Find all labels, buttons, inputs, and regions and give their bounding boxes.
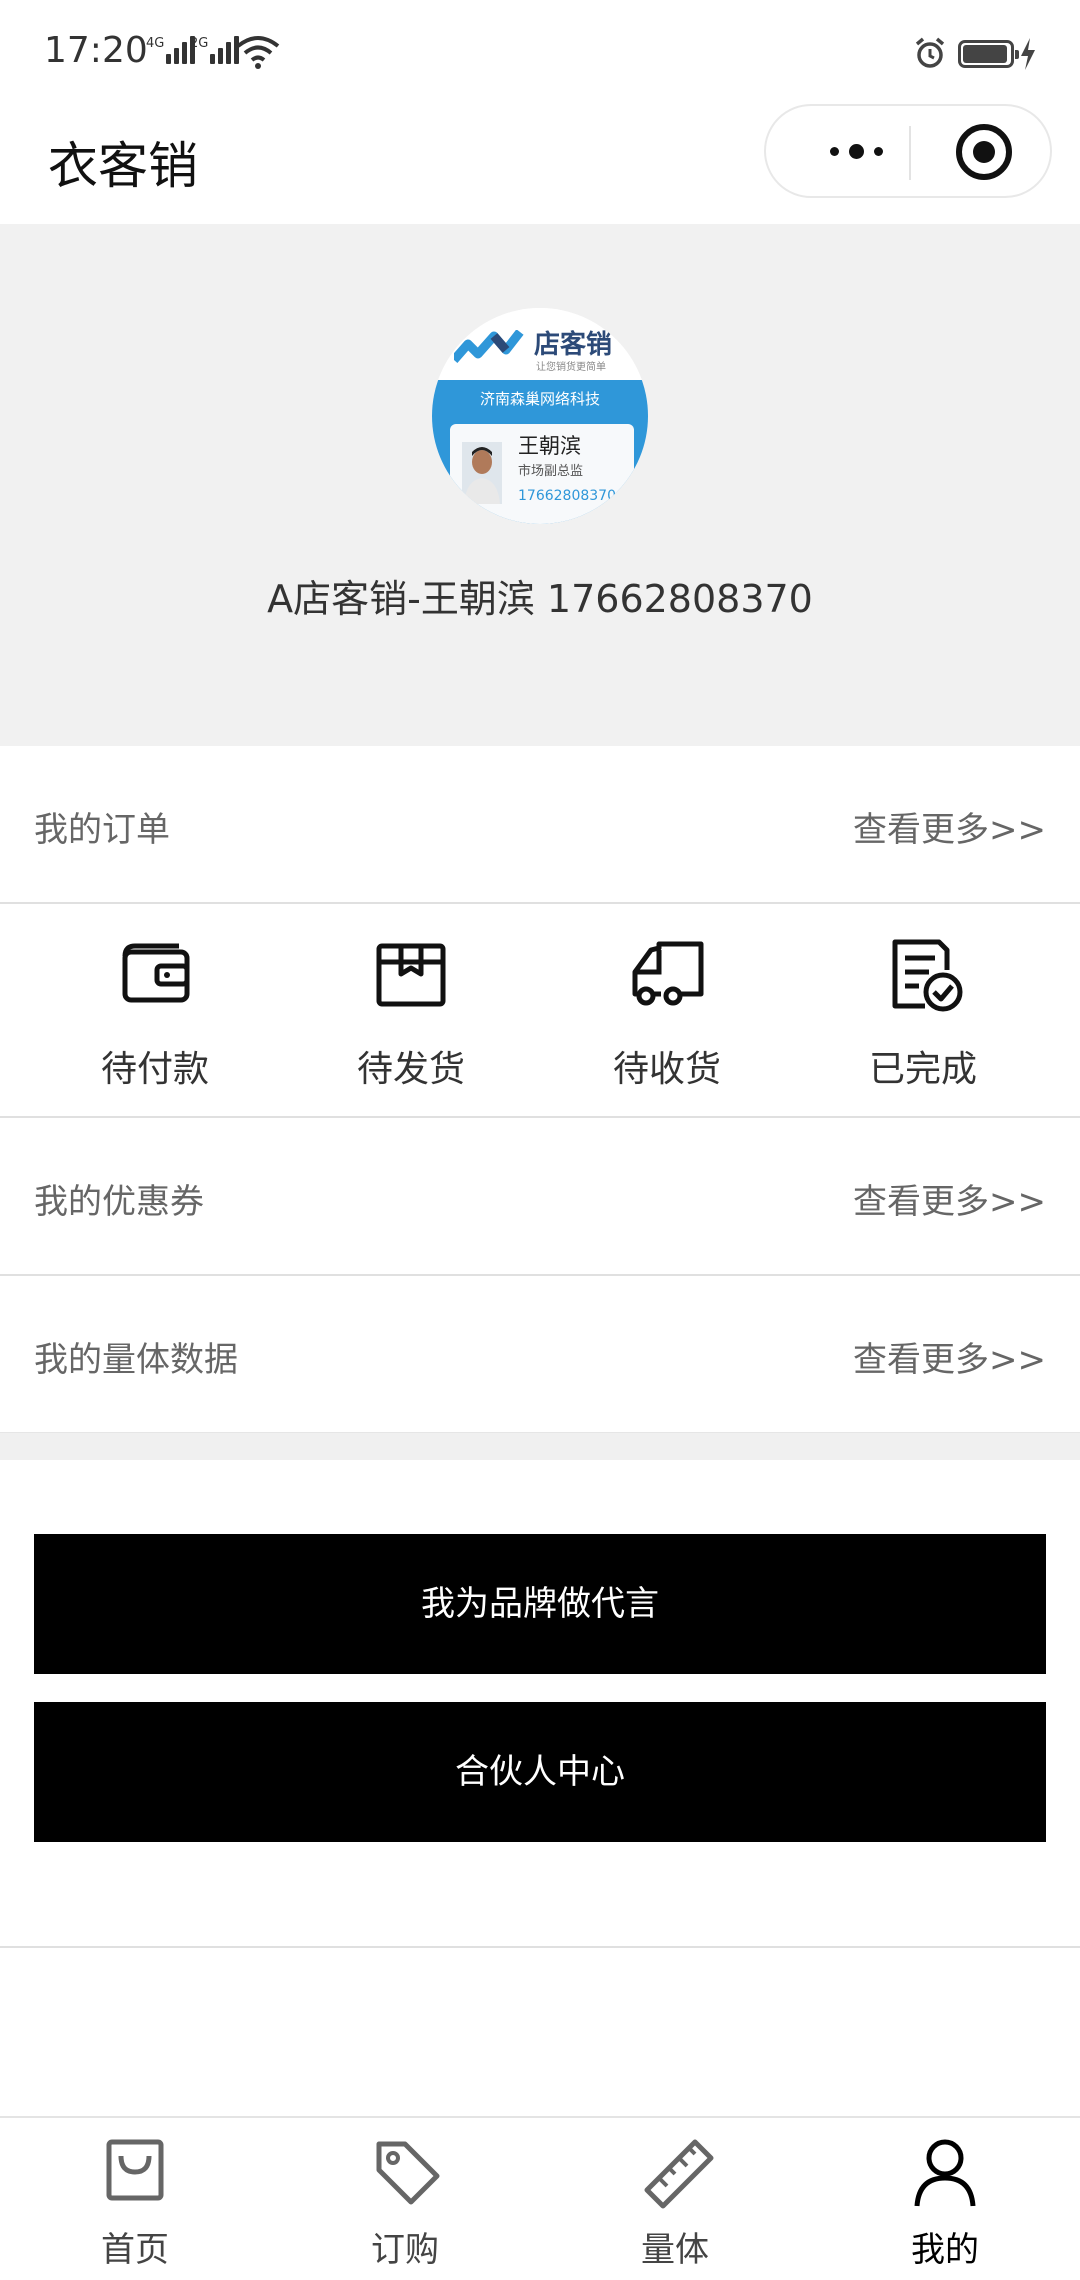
page-title: 衣客销: [48, 137, 198, 195]
my-orders-row[interactable]: 我的订单 查看更多>>: [0, 746, 1080, 904]
bottom-tab-bar: 首页 订购 量体 我的: [0, 2116, 1080, 2280]
avatar-slogan: 让您销货更简单: [536, 362, 606, 373]
tab-home[interactable]: 首页: [0, 2118, 270, 2280]
order-status-label: 待收货: [612, 1049, 721, 1090]
partner-center-button[interactable]: 合伙人中心: [34, 1702, 1046, 1842]
my-coupons-row[interactable]: 我的优惠券 查看更多>>: [0, 1118, 1080, 1276]
dot-icon: [848, 143, 864, 159]
wifi-icon: [236, 36, 280, 69]
tab-measure[interactable]: 量体: [540, 2118, 810, 2280]
order-status-pending-shipment[interactable]: 待发货: [276, 904, 546, 1116]
package-icon: [376, 943, 446, 1007]
signal-2g-icon: 2G: [190, 36, 242, 64]
order-status-completed[interactable]: 已完成: [788, 904, 1058, 1116]
tab-label: 我的: [911, 2230, 979, 2270]
avatar-card-inner: 王朝滨 市场副总监 17662808370: [450, 424, 634, 524]
wallet-icon: [122, 943, 190, 1003]
section-gap: [0, 1432, 1080, 1460]
avatar[interactable]: 店客销 让您销货更简单 济南森巢网络科技 王朝滨 市场副总监 176628083…: [432, 308, 648, 524]
status-time: 17:20: [44, 30, 148, 71]
tab-mine[interactable]: 我的: [810, 2118, 1080, 2280]
order-status-label: 待付款: [100, 1049, 209, 1090]
my-measurements-label: 我的量体数据: [34, 1340, 238, 1380]
avatar-company: 济南森巢网络科技: [432, 380, 648, 418]
avatar-phone: 17662808370: [518, 488, 616, 504]
battery-icon: [958, 40, 1019, 68]
more-options-button[interactable]: [806, 106, 906, 196]
coupons-view-more-link[interactable]: 查看更多>>: [853, 1174, 1046, 1223]
tab-label: 订购: [371, 2230, 439, 2270]
my-orders-label: 我的订单: [34, 810, 170, 850]
order-status-label: 已完成: [868, 1049, 977, 1090]
tab-label: 首页: [101, 2230, 169, 2270]
avatar-brand-area: 店客销 让您销货更简单: [432, 308, 648, 380]
profile-header: 店客销 让您销货更简单 济南森巢网络科技 王朝滨 市场副总监 176628083…: [0, 224, 1080, 746]
person-photo-icon: [462, 442, 502, 504]
tab-label: 量体: [641, 2230, 709, 2270]
nav-bar: 衣客销: [0, 100, 1080, 224]
charging-bolt-icon: [1021, 38, 1035, 70]
my-coupons-label: 我的优惠券: [34, 1182, 204, 1222]
status-bar: 17:20 4G 2G: [0, 0, 1080, 100]
truck-icon: [632, 941, 704, 1006]
ruler-icon: [644, 2139, 714, 2209]
completed-document-icon: [892, 939, 963, 1012]
profile-display-name: A店客销-王朝滨 17662808370: [267, 577, 813, 621]
orders-view-more-link[interactable]: 查看更多>>: [853, 802, 1046, 851]
avatar-role: 市场副总监: [518, 464, 584, 479]
avatar-brand-text: 店客销: [534, 330, 613, 360]
shopping-bag-icon: [106, 2139, 164, 2201]
order-status-pending-payment[interactable]: 待付款: [20, 904, 290, 1116]
capsule-divider: [909, 126, 911, 180]
dot-icon: [829, 146, 839, 156]
brand-ambassador-button[interactable]: 我为品牌做代言: [34, 1534, 1046, 1674]
network-type-label: 4G: [146, 36, 165, 51]
alarm-icon: [915, 37, 945, 68]
divider: [0, 1946, 1080, 1948]
measurements-view-more-link[interactable]: 查看更多>>: [853, 1332, 1046, 1381]
tab-order[interactable]: 订购: [270, 2118, 540, 2280]
brand-logo-icon: [454, 330, 524, 363]
close-miniprogram-button[interactable]: [956, 124, 1012, 180]
order-status-label: 待发货: [356, 1049, 465, 1090]
my-measurements-row[interactable]: 我的量体数据 查看更多>>: [0, 1276, 1080, 1434]
person-icon: [914, 2139, 976, 2207]
dot-icon: [873, 146, 883, 156]
order-status-bar: 待付款 待发货 待收货 已完成: [0, 904, 1080, 1116]
avatar-card: 王朝滨 市场副总监 17662808370: [432, 418, 648, 524]
tag-icon: [376, 2141, 440, 2205]
network-type-label-2: 2G: [190, 36, 209, 51]
miniprogram-capsule: [764, 104, 1052, 198]
order-status-pending-receipt[interactable]: 待收货: [532, 904, 802, 1116]
avatar-person-name: 王朝滨: [518, 434, 581, 458]
